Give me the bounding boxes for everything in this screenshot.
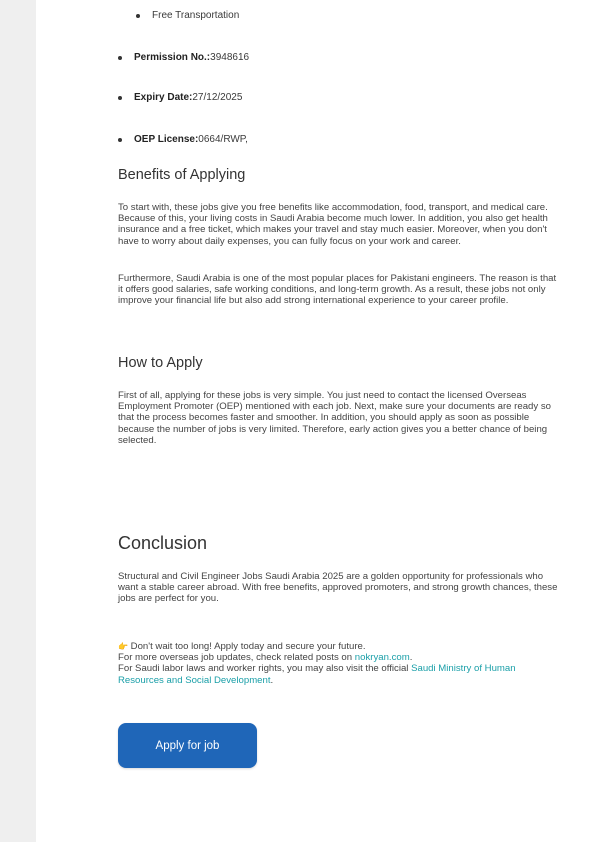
- nokryan-link[interactable]: nokryan.com: [355, 652, 410, 663]
- expiry-value: 27/12/2025: [192, 92, 243, 103]
- note-line-1: Don't wait too long! Apply today and sec…: [127, 641, 366, 652]
- expiry-label: Expiry Date:: [134, 92, 193, 103]
- list-item-oep-license: OEP License: 0664/RWP,: [118, 134, 248, 145]
- list-item-permission: Permission No.: 3948616: [118, 52, 249, 63]
- conclusion-paragraph: Structural and Civil Engineer Jobs Saudi…: [118, 571, 558, 605]
- list-item-expiry: Expiry Date: 27/12/2025: [118, 92, 242, 103]
- bullet-icon: [118, 95, 122, 100]
- list-item-free-transportation: Free Transportation: [136, 10, 239, 21]
- oep-label: OEP License:: [134, 134, 199, 145]
- bullet-icon: [118, 137, 122, 142]
- note-line-2-suffix: .: [409, 652, 413, 664]
- permission-value: 3948616: [210, 52, 250, 63]
- permission-label: Permission No.:: [134, 52, 211, 63]
- pointing-hand-icon: 👉: [118, 642, 128, 651]
- how-to-apply-paragraph: First of all, applying for these jobs is…: [118, 390, 551, 446]
- bullet-icon: [118, 55, 122, 60]
- oep-value: 0664/RWP,: [198, 134, 248, 145]
- article-page: Free Transportation Permission No.: 3948…: [36, 0, 615, 842]
- benefits-heading: Benefits of Applying: [118, 167, 246, 183]
- note-line-3-suffix: .: [270, 674, 274, 686]
- apply-for-job-button[interactable]: Apply for job: [118, 723, 257, 768]
- benefits-paragraph-1: To start with, these jobs give you free …: [118, 202, 548, 247]
- free-transportation-text: Free Transportation: [152, 10, 240, 21]
- bullet-icon: [136, 13, 140, 18]
- conclusion-heading: Conclusion: [118, 533, 208, 553]
- note-line-3-prefix: For Saudi labor laws and worker rights, …: [118, 663, 412, 675]
- benefits-paragraph-2: Furthermore, Saudi Arabia is one of the …: [118, 273, 557, 307]
- note-line-2-prefix: For more overseas job updates, check rel…: [118, 652, 355, 664]
- how-to-apply-heading: How to Apply: [118, 355, 203, 371]
- apply-note: 👉 Don't wait too long! Apply today and s…: [118, 641, 558, 686]
